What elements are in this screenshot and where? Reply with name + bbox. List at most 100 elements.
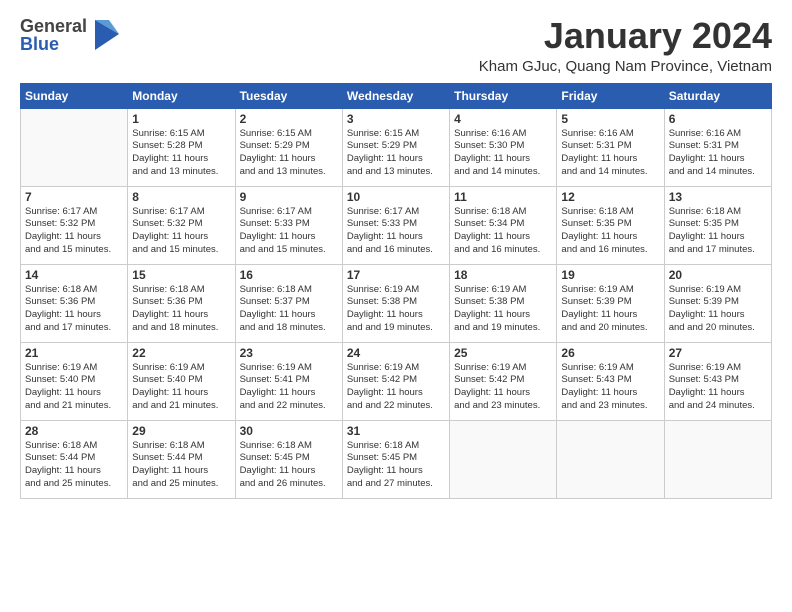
day-number: 16	[240, 268, 338, 282]
calendar-cell: 14 Sunrise: 6:18 AMSunset: 5:36 PMDaylig…	[21, 264, 128, 342]
day-number: 7	[25, 190, 123, 204]
day-number: 17	[347, 268, 445, 282]
cell-info: Sunrise: 6:18 AMSunset: 5:45 PMDaylight:…	[347, 440, 445, 491]
title-block: January 2024 Kham GJuc, Quang Nam Provin…	[479, 16, 772, 75]
cell-info: Sunrise: 6:17 AMSunset: 5:33 PMDaylight:…	[240, 206, 338, 257]
cell-info: Sunrise: 6:19 AMSunset: 5:41 PMDaylight:…	[240, 362, 338, 413]
day-header-friday: Friday	[557, 83, 664, 108]
day-number: 22	[132, 346, 230, 360]
calendar-cell: 17 Sunrise: 6:19 AMSunset: 5:38 PMDaylig…	[342, 264, 449, 342]
day-number: 3	[347, 112, 445, 126]
cell-info: Sunrise: 6:18 AMSunset: 5:34 PMDaylight:…	[454, 206, 552, 257]
logo-general: General	[20, 17, 87, 35]
calendar-cell: 25 Sunrise: 6:19 AMSunset: 5:42 PMDaylig…	[450, 342, 557, 420]
cell-info: Sunrise: 6:19 AMSunset: 5:42 PMDaylight:…	[347, 362, 445, 413]
calendar-cell: 1 Sunrise: 6:15 AMSunset: 5:28 PMDayligh…	[128, 108, 235, 186]
calendar-cell: 19 Sunrise: 6:19 AMSunset: 5:39 PMDaylig…	[557, 264, 664, 342]
day-number: 23	[240, 346, 338, 360]
cell-info: Sunrise: 6:19 AMSunset: 5:38 PMDaylight:…	[454, 284, 552, 335]
calendar-week-4: 21 Sunrise: 6:19 AMSunset: 5:40 PMDaylig…	[21, 342, 772, 420]
calendar-cell: 21 Sunrise: 6:19 AMSunset: 5:40 PMDaylig…	[21, 342, 128, 420]
day-number: 21	[25, 346, 123, 360]
calendar-cell: 28 Sunrise: 6:18 AMSunset: 5:44 PMDaylig…	[21, 420, 128, 498]
day-header-thursday: Thursday	[450, 83, 557, 108]
day-number: 4	[454, 112, 552, 126]
cell-info: Sunrise: 6:18 AMSunset: 5:36 PMDaylight:…	[25, 284, 123, 335]
day-number: 30	[240, 424, 338, 438]
calendar-cell: 6 Sunrise: 6:16 AMSunset: 5:31 PMDayligh…	[664, 108, 771, 186]
cell-info: Sunrise: 6:18 AMSunset: 5:37 PMDaylight:…	[240, 284, 338, 335]
day-number: 24	[347, 346, 445, 360]
cell-info: Sunrise: 6:18 AMSunset: 5:44 PMDaylight:…	[25, 440, 123, 491]
cell-info: Sunrise: 6:18 AMSunset: 5:44 PMDaylight:…	[132, 440, 230, 491]
calendar-cell: 4 Sunrise: 6:16 AMSunset: 5:30 PMDayligh…	[450, 108, 557, 186]
cell-info: Sunrise: 6:19 AMSunset: 5:43 PMDaylight:…	[669, 362, 767, 413]
day-number: 18	[454, 268, 552, 282]
calendar-cell: 12 Sunrise: 6:18 AMSunset: 5:35 PMDaylig…	[557, 186, 664, 264]
calendar-cell: 16 Sunrise: 6:18 AMSunset: 5:37 PMDaylig…	[235, 264, 342, 342]
calendar-cell	[450, 420, 557, 498]
calendar-cell: 26 Sunrise: 6:19 AMSunset: 5:43 PMDaylig…	[557, 342, 664, 420]
calendar-cell: 11 Sunrise: 6:18 AMSunset: 5:34 PMDaylig…	[450, 186, 557, 264]
cell-info: Sunrise: 6:17 AMSunset: 5:32 PMDaylight:…	[25, 206, 123, 257]
logo-blue: Blue	[20, 35, 87, 53]
calendar-cell: 29 Sunrise: 6:18 AMSunset: 5:44 PMDaylig…	[128, 420, 235, 498]
day-header-saturday: Saturday	[664, 83, 771, 108]
cell-info: Sunrise: 6:17 AMSunset: 5:32 PMDaylight:…	[132, 206, 230, 257]
header: General Blue January 2024 Kham GJuc, Qua…	[20, 16, 772, 75]
calendar-cell: 24 Sunrise: 6:19 AMSunset: 5:42 PMDaylig…	[342, 342, 449, 420]
logo: General Blue	[20, 16, 121, 54]
cell-info: Sunrise: 6:18 AMSunset: 5:35 PMDaylight:…	[561, 206, 659, 257]
day-number: 19	[561, 268, 659, 282]
calendar-cell: 13 Sunrise: 6:18 AMSunset: 5:35 PMDaylig…	[664, 186, 771, 264]
cell-info: Sunrise: 6:19 AMSunset: 5:39 PMDaylight:…	[669, 284, 767, 335]
calendar-cell: 3 Sunrise: 6:15 AMSunset: 5:29 PMDayligh…	[342, 108, 449, 186]
cell-info: Sunrise: 6:18 AMSunset: 5:45 PMDaylight:…	[240, 440, 338, 491]
calendar-cell: 2 Sunrise: 6:15 AMSunset: 5:29 PMDayligh…	[235, 108, 342, 186]
calendar-cell: 15 Sunrise: 6:18 AMSunset: 5:36 PMDaylig…	[128, 264, 235, 342]
cell-info: Sunrise: 6:19 AMSunset: 5:43 PMDaylight:…	[561, 362, 659, 413]
calendar-week-2: 7 Sunrise: 6:17 AMSunset: 5:32 PMDayligh…	[21, 186, 772, 264]
cell-info: Sunrise: 6:19 AMSunset: 5:39 PMDaylight:…	[561, 284, 659, 335]
day-header-tuesday: Tuesday	[235, 83, 342, 108]
calendar-cell: 5 Sunrise: 6:16 AMSunset: 5:31 PMDayligh…	[557, 108, 664, 186]
day-number: 5	[561, 112, 659, 126]
calendar-cell: 18 Sunrise: 6:19 AMSunset: 5:38 PMDaylig…	[450, 264, 557, 342]
day-number: 20	[669, 268, 767, 282]
calendar-cell: 30 Sunrise: 6:18 AMSunset: 5:45 PMDaylig…	[235, 420, 342, 498]
calendar-week-1: 1 Sunrise: 6:15 AMSunset: 5:28 PMDayligh…	[21, 108, 772, 186]
day-number: 9	[240, 190, 338, 204]
calendar-week-5: 28 Sunrise: 6:18 AMSunset: 5:44 PMDaylig…	[21, 420, 772, 498]
day-number: 10	[347, 190, 445, 204]
calendar-header-row: SundayMondayTuesdayWednesdayThursdayFrid…	[21, 83, 772, 108]
calendar-table: SundayMondayTuesdayWednesdayThursdayFrid…	[20, 83, 772, 499]
calendar-cell: 8 Sunrise: 6:17 AMSunset: 5:32 PMDayligh…	[128, 186, 235, 264]
cell-info: Sunrise: 6:16 AMSunset: 5:31 PMDaylight:…	[669, 128, 767, 179]
cell-info: Sunrise: 6:16 AMSunset: 5:31 PMDaylight:…	[561, 128, 659, 179]
day-number: 12	[561, 190, 659, 204]
calendar-cell: 10 Sunrise: 6:17 AMSunset: 5:33 PMDaylig…	[342, 186, 449, 264]
cell-info: Sunrise: 6:19 AMSunset: 5:38 PMDaylight:…	[347, 284, 445, 335]
cell-info: Sunrise: 6:18 AMSunset: 5:35 PMDaylight:…	[669, 206, 767, 257]
calendar-cell	[664, 420, 771, 498]
calendar-cell: 22 Sunrise: 6:19 AMSunset: 5:40 PMDaylig…	[128, 342, 235, 420]
cell-info: Sunrise: 6:16 AMSunset: 5:30 PMDaylight:…	[454, 128, 552, 179]
day-number: 29	[132, 424, 230, 438]
day-number: 15	[132, 268, 230, 282]
calendar-week-3: 14 Sunrise: 6:18 AMSunset: 5:36 PMDaylig…	[21, 264, 772, 342]
day-header-wednesday: Wednesday	[342, 83, 449, 108]
calendar-cell: 27 Sunrise: 6:19 AMSunset: 5:43 PMDaylig…	[664, 342, 771, 420]
cell-info: Sunrise: 6:18 AMSunset: 5:36 PMDaylight:…	[132, 284, 230, 335]
calendar-cell: 20 Sunrise: 6:19 AMSunset: 5:39 PMDaylig…	[664, 264, 771, 342]
cell-info: Sunrise: 6:15 AMSunset: 5:28 PMDaylight:…	[132, 128, 230, 179]
cell-info: Sunrise: 6:19 AMSunset: 5:40 PMDaylight:…	[132, 362, 230, 413]
day-number: 27	[669, 346, 767, 360]
day-header-monday: Monday	[128, 83, 235, 108]
page: General Blue January 2024 Kham GJuc, Qua…	[0, 0, 792, 612]
day-number: 26	[561, 346, 659, 360]
day-header-sunday: Sunday	[21, 83, 128, 108]
day-number: 31	[347, 424, 445, 438]
calendar-cell	[21, 108, 128, 186]
calendar-cell: 31 Sunrise: 6:18 AMSunset: 5:45 PMDaylig…	[342, 420, 449, 498]
cell-info: Sunrise: 6:19 AMSunset: 5:42 PMDaylight:…	[454, 362, 552, 413]
